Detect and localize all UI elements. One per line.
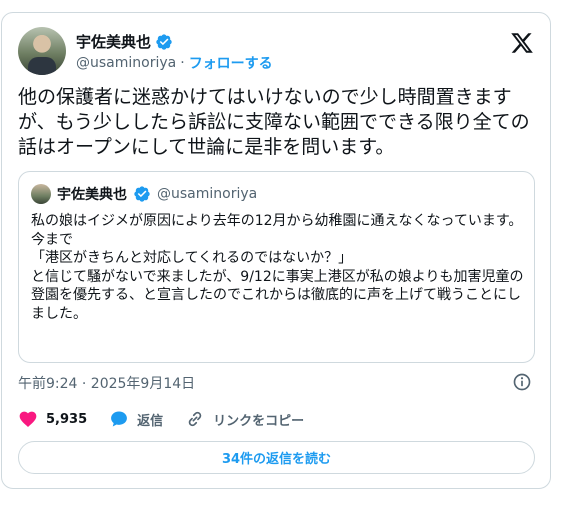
author-handle[interactable]: @usaminoriya bbox=[76, 55, 176, 71]
like-count: 5,935 bbox=[46, 411, 88, 427]
reply-button[interactable]: 返信 bbox=[109, 409, 163, 429]
quoted-author-avatar bbox=[31, 184, 51, 204]
author-name-row: 宇佐美典也 bbox=[76, 31, 173, 52]
copy-link-button[interactable]: リンクをコピー bbox=[185, 409, 304, 429]
x-logo-icon[interactable] bbox=[510, 31, 534, 55]
heart-icon bbox=[19, 411, 37, 427]
author-handle-row: @usaminoriya · フォローする bbox=[76, 53, 273, 73]
reply-bubble-icon bbox=[111, 411, 128, 427]
info-icon[interactable] bbox=[512, 372, 532, 392]
tweet-card: 宇佐美典也 @usaminoriya · フォローする 他の保護者に迷惑かけては… bbox=[1, 12, 551, 489]
reply-label: 返信 bbox=[137, 413, 164, 429]
tweet-text: 他の保護者に迷惑かけてはいけないので少し時間置きますが、もう少ししたら訴訟に支障… bbox=[18, 86, 530, 158]
quoted-tweet-text: 私の娘はイジメが原因により去年の12月から幼稚園に通えなくなっています。 今まで… bbox=[31, 213, 524, 322]
follow-button[interactable]: フォローする bbox=[189, 53, 273, 73]
quoted-tweet-header: 宇佐美典也 @usaminoriya bbox=[31, 184, 257, 204]
verified-badge-icon bbox=[134, 186, 150, 202]
quoted-author-name: 宇佐美典也 bbox=[57, 187, 127, 203]
read-replies-button[interactable]: 34件の返信を読む bbox=[18, 441, 535, 474]
tweet-header: 宇佐美典也 @usaminoriya · フォローする bbox=[18, 25, 534, 75]
quoted-tweet[interactable]: 宇佐美典也 @usaminoriya 私の娘はイジメが原因により去年の12月から… bbox=[18, 171, 535, 363]
separator-dot: · bbox=[180, 55, 185, 71]
author-avatar[interactable] bbox=[18, 27, 66, 75]
verified-badge-icon bbox=[156, 33, 172, 50]
author-display-name[interactable]: 宇佐美典也 bbox=[76, 31, 151, 52]
tweet-timestamp[interactable]: 午前9:24 · 2025年9月14日 bbox=[18, 373, 195, 393]
like-button[interactable]: 5,935 bbox=[18, 409, 87, 429]
tweet-actions: 5,935 返信 リンクをコピー bbox=[18, 409, 326, 429]
copy-link-label: リンクをコピー bbox=[213, 413, 305, 429]
link-icon bbox=[188, 411, 202, 427]
quoted-author-handle: @usaminoriya bbox=[157, 186, 258, 202]
